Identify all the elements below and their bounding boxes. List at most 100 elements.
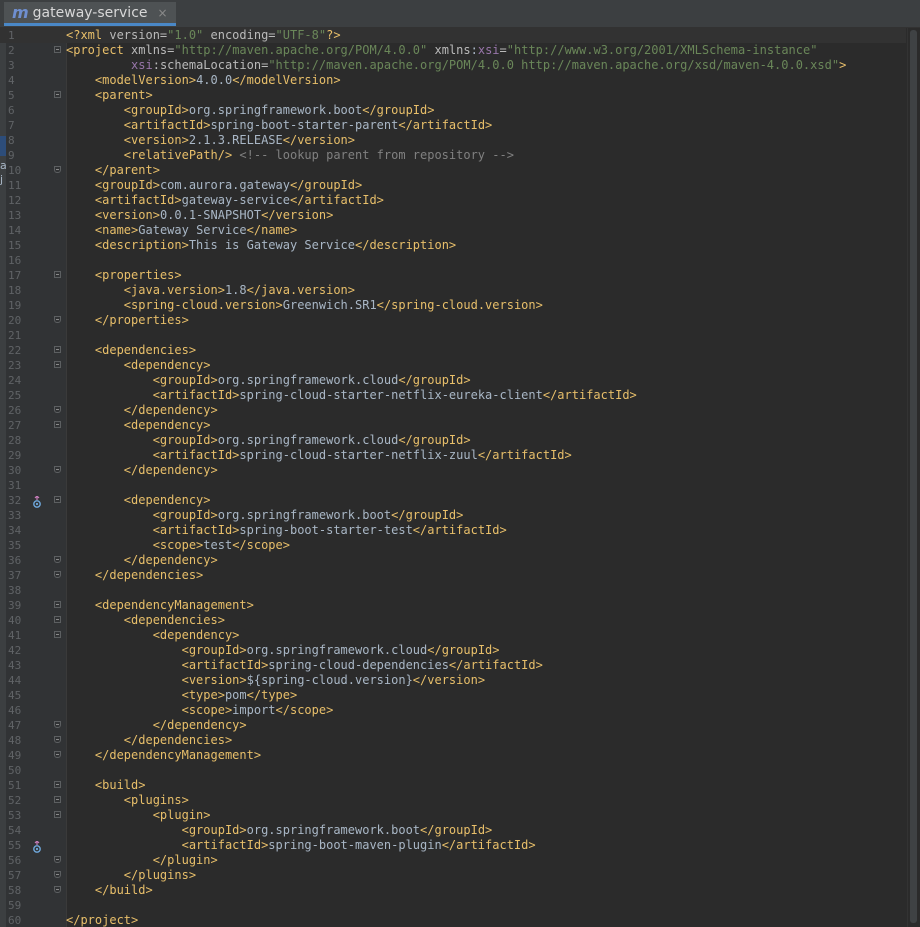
fold-toggle-icon[interactable] (54, 781, 61, 788)
code-line[interactable]: 38 (0, 583, 906, 598)
fold-toggle-icon[interactable] (54, 166, 61, 173)
fold-toggle-icon[interactable] (54, 856, 61, 863)
code-line[interactable]: 25 <artifactId>spring-cloud-starter-netf… (0, 388, 906, 403)
code-line[interactable]: 34 <artifactId>spring-boot-starter-test<… (0, 523, 906, 538)
line-number: 38 (8, 584, 22, 597)
fold-toggle-icon[interactable] (54, 601, 61, 608)
code-line[interactable]: 58 </build> (0, 883, 906, 898)
code-line[interactable]: 13 <version>0.0.1-SNAPSHOT</version> (0, 208, 906, 223)
code-text: <project xmlns="http://maven.apache.org/… (66, 43, 818, 57)
code-line[interactable]: 42 <groupId>org.springframework.cloud</g… (0, 643, 906, 658)
code-line[interactable]: 57 </plugins> (0, 868, 906, 883)
code-editor[interactable]: 1 <?xml version="1.0" encoding="UTF-8"?> 2… (0, 28, 920, 927)
run-icon[interactable] (32, 839, 42, 853)
code-line[interactable]: 15 <description>This is Gateway Service<… (0, 238, 906, 253)
code-line[interactable]: 3 xsi:schemaLocation="http://maven.apach… (0, 58, 906, 73)
code-line[interactable]: 1 <?xml version="1.0" encoding="UTF-8"?> (0, 28, 906, 43)
fold-toggle-icon[interactable] (54, 496, 61, 503)
code-line[interactable]: 37 </dependencies> (0, 568, 906, 583)
run-icon[interactable] (32, 494, 42, 508)
tab-gateway-service[interactable]: m gateway-service × (4, 2, 176, 26)
code-line[interactable]: 47 </dependency> (0, 718, 906, 733)
fold-toggle-icon[interactable] (54, 271, 61, 278)
code-line[interactable]: 27 <dependency> (0, 418, 906, 433)
code-line[interactable]: 21 (0, 328, 906, 343)
code-line[interactable]: 28 <groupId>org.springframework.cloud</g… (0, 433, 906, 448)
code-line[interactable]: 16 (0, 253, 906, 268)
code-line[interactable]: 60 </project> (0, 913, 906, 927)
fold-toggle-icon[interactable] (54, 616, 61, 623)
code-line[interactable]: 33 <groupId>org.springframework.boot</gr… (0, 508, 906, 523)
code-line[interactable]: 59 (0, 898, 906, 913)
fold-toggle-icon[interactable] (54, 886, 61, 893)
fold-toggle-icon[interactable] (54, 91, 61, 98)
code-line[interactable]: 50 (0, 763, 906, 778)
vertical-scrollbar[interactable] (907, 28, 920, 927)
fold-toggle-icon[interactable] (54, 316, 61, 323)
code-line[interactable]: 35 <scope>test</scope> (0, 538, 906, 553)
line-number: 11 (8, 179, 22, 192)
line-number: 5 (8, 89, 15, 102)
code-line[interactable]: 53 <plugin> (0, 808, 906, 823)
fold-toggle-icon[interactable] (54, 571, 61, 578)
line-number: 33 (8, 509, 22, 522)
line-number: 47 (8, 719, 22, 732)
code-line[interactable]: 7 <artifactId>spring-boot-starter-parent… (0, 118, 906, 133)
fold-toggle-icon[interactable] (54, 796, 61, 803)
code-line[interactable]: 49 </dependencyManagement> (0, 748, 906, 763)
code-line[interactable]: 22 <dependencies> (0, 343, 906, 358)
code-line[interactable]: 8 <version>2.1.3.RELEASE</version> (0, 133, 906, 148)
code-line[interactable]: 56 </plugin> (0, 853, 906, 868)
code-line[interactable]: 23 <dependency> (0, 358, 906, 373)
code-line[interactable]: 31 (0, 478, 906, 493)
code-line[interactable]: 46 <scope>import</scope> (0, 703, 906, 718)
code-line[interactable]: 51 <build> (0, 778, 906, 793)
code-line[interactable]: 20 </properties> (0, 313, 906, 328)
code-line[interactable]: 44 <version>${spring-cloud.version}</ver… (0, 673, 906, 688)
code-line[interactable]: 36 </dependency> (0, 553, 906, 568)
code-line[interactable]: 40 <dependencies> (0, 613, 906, 628)
code-line[interactable]: 10 </parent> (0, 163, 906, 178)
code-line[interactable]: 6 <groupId>org.springframework.boot</gro… (0, 103, 906, 118)
code-line[interactable]: 32 <dependency> (0, 493, 906, 508)
code-line[interactable]: 39 <dependencyManagement> (0, 598, 906, 613)
code-line[interactable]: 12 <artifactId>gateway-service</artifact… (0, 193, 906, 208)
fold-toggle-icon[interactable] (54, 811, 61, 818)
code-line[interactable]: 29 <artifactId>spring-cloud-starter-netf… (0, 448, 906, 463)
code-line[interactable]: 11 <groupId>com.aurora.gateway</groupId> (0, 178, 906, 193)
scrollbar-thumb[interactable] (910, 30, 917, 923)
code-line[interactable]: 52 <plugins> (0, 793, 906, 808)
fold-toggle-icon[interactable] (54, 466, 61, 473)
fold-toggle-icon[interactable] (54, 46, 61, 53)
code-line[interactable]: 9 <relativePath/> <!-- lookup parent fro… (0, 148, 906, 163)
close-icon[interactable]: × (158, 6, 168, 20)
code-line[interactable]: 54 <groupId>org.springframework.boot</gr… (0, 823, 906, 838)
fold-toggle-icon[interactable] (54, 406, 61, 413)
code-line[interactable]: 14 <name>Gateway Service</name> (0, 223, 906, 238)
code-line[interactable]: 41 <dependency> (0, 628, 906, 643)
fold-toggle-icon[interactable] (54, 421, 61, 428)
fold-toggle-icon[interactable] (54, 751, 61, 758)
code-line[interactable]: 18 <java.version>1.8</java.version> (0, 283, 906, 298)
code-text: <dependencyManagement> (94, 598, 254, 612)
code-line[interactable]: 2 <project xmlns="http://maven.apache.org… (0, 43, 906, 58)
code-line[interactable]: 45 <type>pom</type> (0, 688, 906, 703)
code-line[interactable]: 5 <parent> (0, 88, 906, 103)
fold-toggle-icon[interactable] (54, 631, 61, 638)
code-line[interactable]: 48 </dependencies> (0, 733, 906, 748)
code-line[interactable]: 30 </dependency> (0, 463, 906, 478)
fold-toggle-icon[interactable] (54, 736, 61, 743)
fold-toggle-icon[interactable] (54, 361, 61, 368)
code-line[interactable]: 55 <artifactId>spring-boot-maven-plugin<… (0, 838, 906, 853)
code-line[interactable]: 24 <groupId>org.springframework.cloud</g… (0, 373, 906, 388)
code-line[interactable]: 26 </dependency> (0, 403, 906, 418)
code-line[interactable]: 19 <spring-cloud.version>Greenwich.SR1</… (0, 298, 906, 313)
code-line[interactable]: 17 <properties> (0, 268, 906, 283)
fold-toggle-icon[interactable] (54, 556, 61, 563)
fold-toggle-icon[interactable] (54, 871, 61, 878)
code-line[interactable]: 43 <artifactId>spring-cloud-dependencies… (0, 658, 906, 673)
fold-toggle-icon[interactable] (54, 721, 61, 728)
line-number: 21 (8, 329, 22, 342)
fold-toggle-icon[interactable] (54, 346, 61, 353)
code-line[interactable]: 4 <modelVersion>4.0.0</modelVersion> (0, 73, 906, 88)
